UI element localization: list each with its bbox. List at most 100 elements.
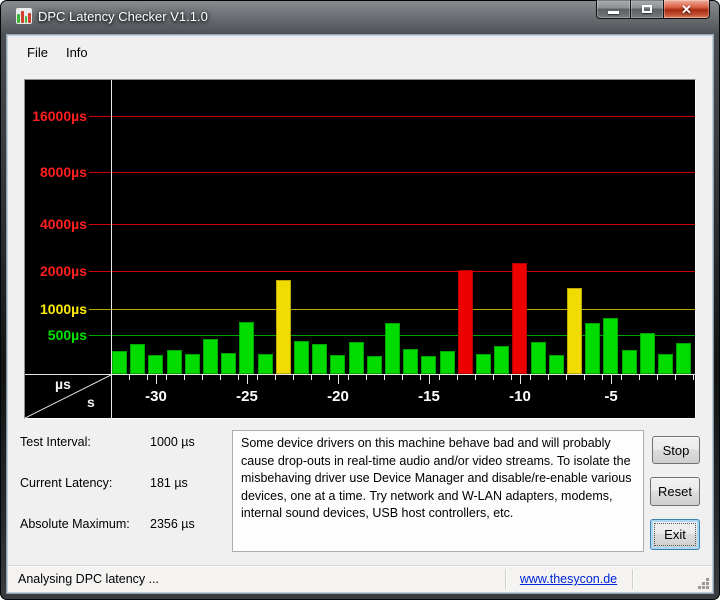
chart-bar xyxy=(421,356,436,374)
app-icon-bar xyxy=(20,11,24,23)
gridline-label: 8000µs xyxy=(40,164,87,180)
gridline-label: 16000µs xyxy=(32,108,87,124)
stat-label: Absolute Maximum: xyxy=(20,517,130,531)
x-tick-major xyxy=(611,375,612,384)
title-bar[interactable]: DPC Latency Checker V1.1.0 ✕ xyxy=(0,0,720,36)
x-tick-label: -10 xyxy=(509,388,531,405)
stat-value: 181 µs xyxy=(150,476,188,490)
x-baseline xyxy=(25,374,695,375)
x-tick xyxy=(147,375,148,380)
app-window: DPC Latency Checker V1.1.0 ✕ File Info 1… xyxy=(0,0,720,600)
chart-bar xyxy=(512,263,527,374)
x-tick xyxy=(475,375,476,380)
chart-bar xyxy=(585,323,600,374)
close-button[interactable]: ✕ xyxy=(664,0,710,19)
chart-bar xyxy=(185,354,200,374)
chart-bar xyxy=(531,342,546,374)
chart-bar xyxy=(330,355,345,374)
stat-label: Current Latency: xyxy=(20,476,113,490)
chart-bar xyxy=(221,353,236,374)
x-tick xyxy=(166,375,167,380)
x-tick-label: -30 xyxy=(145,388,167,405)
window-title: DPC Latency Checker V1.1.0 xyxy=(38,9,208,24)
chart-bar xyxy=(549,355,564,374)
app-icon xyxy=(16,8,32,24)
x-tick-major xyxy=(247,375,248,384)
corner-unit-us: µs xyxy=(55,376,71,392)
exit-button[interactable]: Exit xyxy=(650,519,700,550)
resize-grip[interactable] xyxy=(706,586,709,589)
x-tick-major xyxy=(156,375,157,384)
x-tick xyxy=(566,375,567,380)
x-tick xyxy=(621,375,622,380)
x-tick xyxy=(511,375,512,380)
statusbar-divider xyxy=(632,569,633,589)
corner-unit-s: s xyxy=(87,394,95,410)
stat-label: Test Interval: xyxy=(20,435,91,449)
chart-bar xyxy=(312,344,327,374)
website-link[interactable]: www.thesycon.de xyxy=(520,572,617,586)
chart-bar xyxy=(403,349,418,374)
minimize-button[interactable] xyxy=(596,0,630,19)
menu-item-file[interactable]: File xyxy=(18,41,57,64)
x-tick xyxy=(657,375,658,380)
stop-button[interactable]: Stop xyxy=(652,436,700,464)
gridline xyxy=(89,271,695,272)
chart-panel: 16000µs 8000µs 4000µs 2000µs 1000µs 500µs -30 -… xyxy=(24,79,696,419)
x-tick xyxy=(439,375,440,380)
x-tick-label: -20 xyxy=(327,388,349,405)
app-icon-bar xyxy=(28,13,31,23)
chart-bar xyxy=(239,322,254,374)
chart-bar xyxy=(494,346,509,374)
chart-bar xyxy=(349,342,364,374)
app-icon-bar xyxy=(17,14,20,23)
gridline xyxy=(89,224,695,225)
menu-item-info[interactable]: Info xyxy=(57,41,97,64)
chart-bar xyxy=(676,343,691,374)
client-area: File Info 16000µs 8000µs 4000µs 2000µs 1000µ… xyxy=(8,36,712,592)
reset-button[interactable]: Reset xyxy=(650,477,700,506)
x-tick xyxy=(639,375,640,380)
close-icon: ✕ xyxy=(681,1,692,17)
x-tick xyxy=(402,375,403,380)
x-tick-major xyxy=(520,375,521,384)
maximize-button[interactable] xyxy=(630,0,664,19)
chart-bar xyxy=(294,341,309,374)
chart-bar xyxy=(112,351,127,374)
x-tick-label: -25 xyxy=(236,388,258,405)
chart-bar xyxy=(276,280,291,374)
x-tick xyxy=(129,375,130,380)
chart-bar xyxy=(148,355,163,374)
app-icon-bar xyxy=(24,16,28,23)
info-textbox[interactable]: Some device drivers on this machine beha… xyxy=(232,430,644,552)
chart-bar xyxy=(130,344,145,374)
chart-bar xyxy=(258,354,273,374)
website-link-pane: www.thesycon.de xyxy=(505,572,632,586)
x-tick xyxy=(530,375,531,380)
window-controls: ✕ xyxy=(596,0,710,19)
maximize-icon xyxy=(642,5,652,13)
gridline xyxy=(89,172,695,173)
x-tick-label: -15 xyxy=(418,388,440,405)
x-tick xyxy=(420,375,421,380)
x-tick xyxy=(257,375,258,380)
x-tick xyxy=(238,375,239,380)
x-tick xyxy=(602,375,603,380)
chart-bar xyxy=(622,350,637,374)
x-tick-major xyxy=(429,375,430,384)
stat-value: 2356 µs xyxy=(150,517,195,531)
x-tick xyxy=(275,375,276,380)
x-tick xyxy=(329,375,330,380)
chart-bar xyxy=(440,351,455,374)
x-tick xyxy=(693,375,694,380)
x-tick xyxy=(293,375,294,380)
gridline xyxy=(89,309,695,310)
gridline xyxy=(89,116,695,117)
gridline-label: 4000µs xyxy=(40,216,87,232)
chart-plot: 16000µs 8000µs 4000µs 2000µs 1000µs 500µs -30 -… xyxy=(25,80,695,418)
gridline-label: 2000µs xyxy=(40,263,87,279)
x-tick xyxy=(184,375,185,380)
x-tick-label: -5 xyxy=(604,388,618,405)
chart-bar xyxy=(567,288,582,374)
x-tick xyxy=(548,375,549,380)
